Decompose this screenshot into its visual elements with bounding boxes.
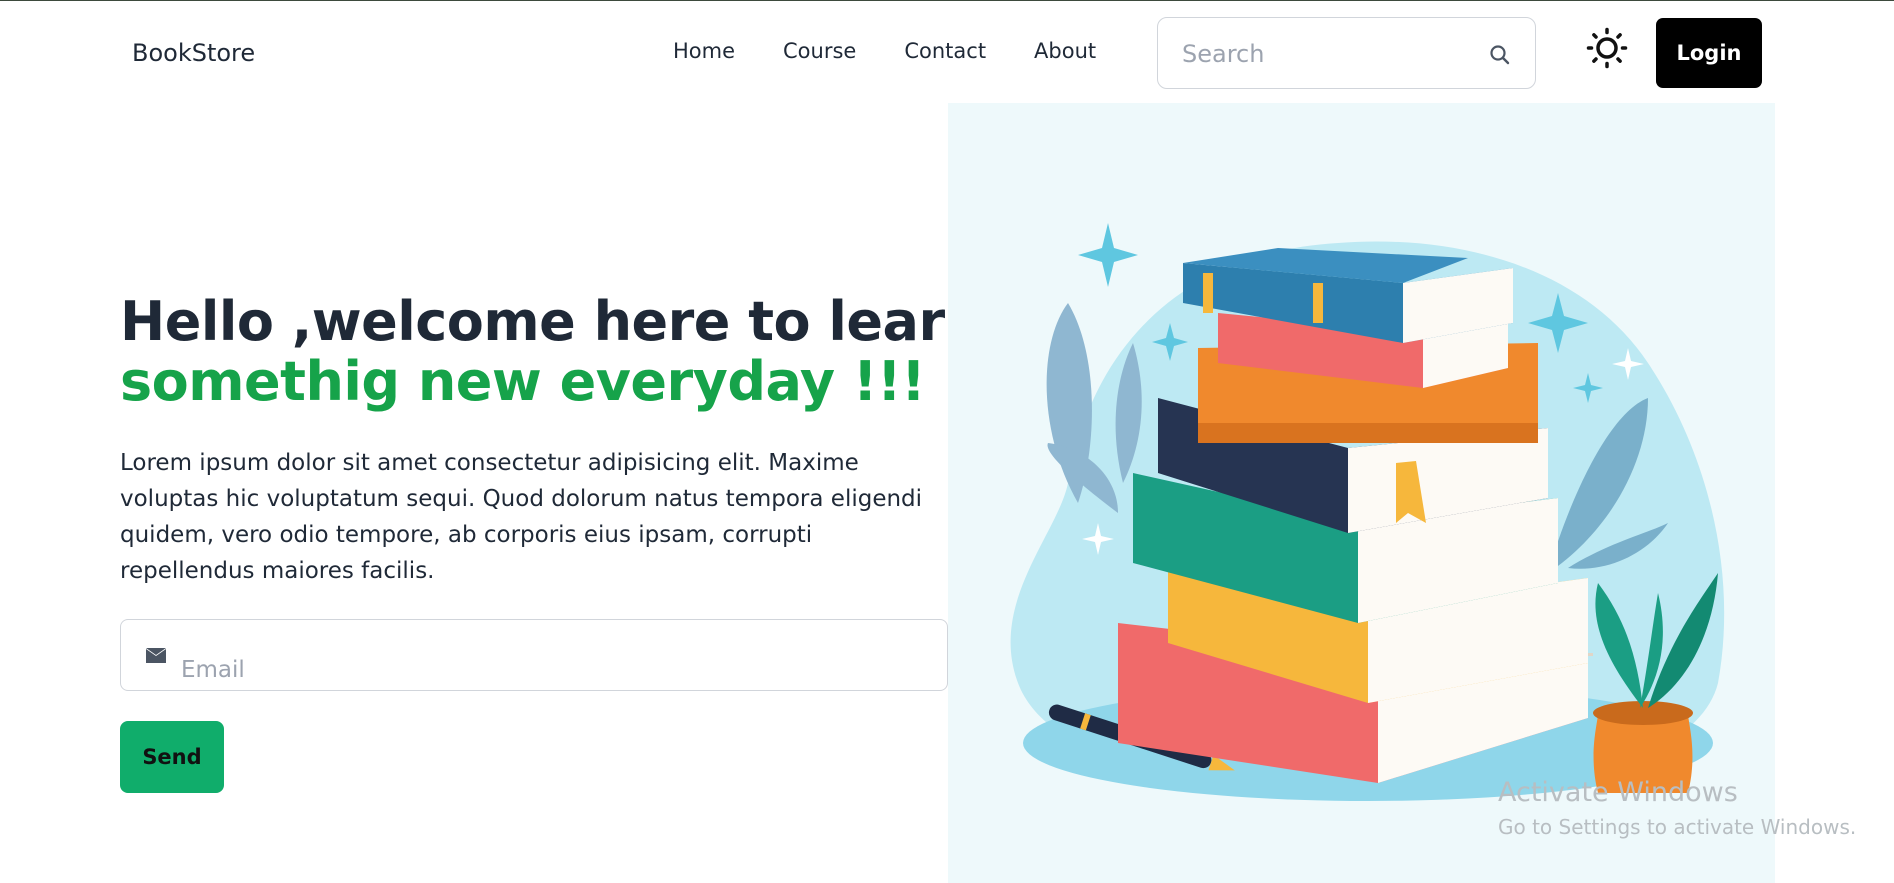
email-field-container <box>120 619 948 691</box>
watermark-title: Activate Windows <box>1498 777 1738 808</box>
stack-of-books-illustration <box>948 103 1775 883</box>
nav-link-home[interactable]: Home <box>673 39 735 63</box>
hero-title: Hello ,welcome here to learn somethig ne… <box>120 292 983 412</box>
books-illustration-art <box>1010 223 1725 801</box>
navbar: BookStore Home Course Contact About Logi… <box>0 1 1894 101</box>
search-input[interactable] <box>1182 38 1482 70</box>
windows-activation-watermark: Activate Windows Go to Settings to activ… <box>1498 776 1856 842</box>
brand-logo[interactable]: BookStore <box>132 39 255 67</box>
send-button[interactable]: Send <box>120 721 224 793</box>
search-icon[interactable] <box>1487 42 1513 68</box>
nav-link-contact[interactable]: Contact <box>904 39 986 63</box>
sun-icon[interactable] <box>1586 27 1628 69</box>
email-input[interactable] <box>181 654 881 686</box>
nav-links: Home Course Contact About <box>673 39 1144 63</box>
nav-link-about[interactable]: About <box>1034 39 1096 63</box>
envelope-icon <box>146 648 166 663</box>
login-button[interactable]: Login <box>1656 18 1762 88</box>
hero-title-line1: Hello ,welcome here to learn <box>120 290 983 353</box>
watermark-subtitle: Go to Settings to activate Windows. <box>1498 815 1857 839</box>
hero-description: Lorem ipsum dolor sit amet consectetur a… <box>120 450 923 584</box>
hero-title-highlight: somethig new everyday !!! <box>120 350 926 413</box>
search-box <box>1157 17 1536 89</box>
nav-link-course[interactable]: Course <box>783 39 856 63</box>
